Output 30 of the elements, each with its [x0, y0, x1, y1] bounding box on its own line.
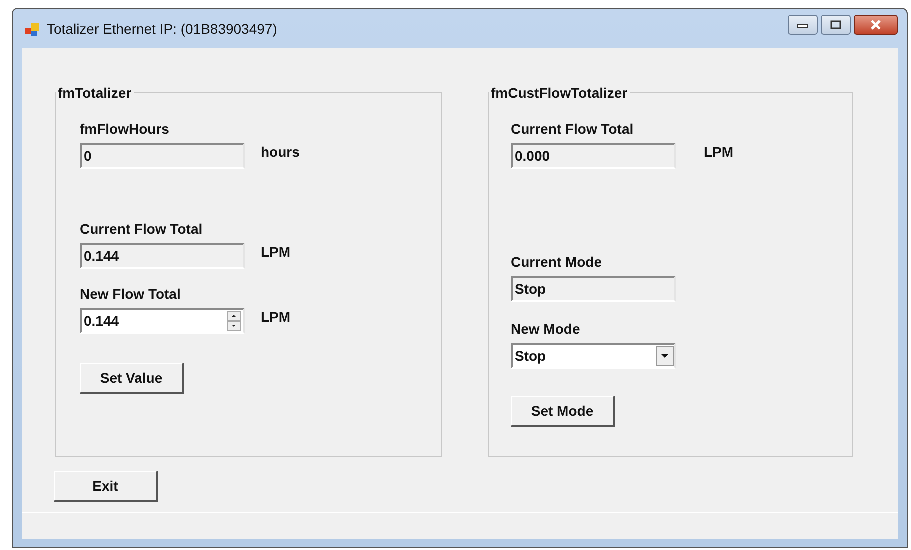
unit-label: hours	[261, 144, 300, 160]
unit-label: LPM	[261, 244, 291, 260]
unit-label: LPM	[261, 309, 291, 325]
close-icon	[869, 20, 883, 30]
maximize-icon	[830, 20, 842, 30]
minimize-button[interactable]	[788, 14, 818, 34]
read-only-field: 0.000	[511, 143, 676, 169]
app-icon	[24, 20, 40, 36]
read-only-field: 0	[80, 143, 245, 169]
group-title: fmTotalizer	[56, 85, 134, 101]
window-title: Totalizer Ethernet IP: (01B83903497)	[47, 20, 278, 36]
field-label: fmFlowHours	[80, 121, 170, 137]
field-label: New Mode	[511, 321, 582, 337]
maximize-button[interactable]	[821, 14, 851, 34]
unit-label: LPM	[704, 144, 734, 160]
field-label: Current Flow Total	[511, 121, 635, 137]
set-button[interactable]: Set Value	[80, 363, 184, 394]
exit-button[interactable]: Exit	[54, 471, 158, 502]
field-label: New Flow Total	[80, 286, 182, 302]
close-button[interactable]	[854, 14, 898, 34]
set-button[interactable]: Set Mode	[511, 396, 615, 427]
group-title: fmCustFlowTotalizer	[489, 85, 630, 101]
spin-up-icon[interactable]	[227, 311, 241, 321]
read-only-field: 0.144	[80, 243, 245, 269]
spin-box[interactable]: 0.144	[80, 308, 245, 334]
field-label: Current Flow Total	[80, 221, 204, 237]
spin-down-icon[interactable]	[227, 321, 241, 331]
mode-dropdown[interactable]: Stop	[511, 343, 676, 369]
read-only-field: Stop	[511, 276, 676, 302]
field-label: Current Mode	[511, 254, 603, 270]
